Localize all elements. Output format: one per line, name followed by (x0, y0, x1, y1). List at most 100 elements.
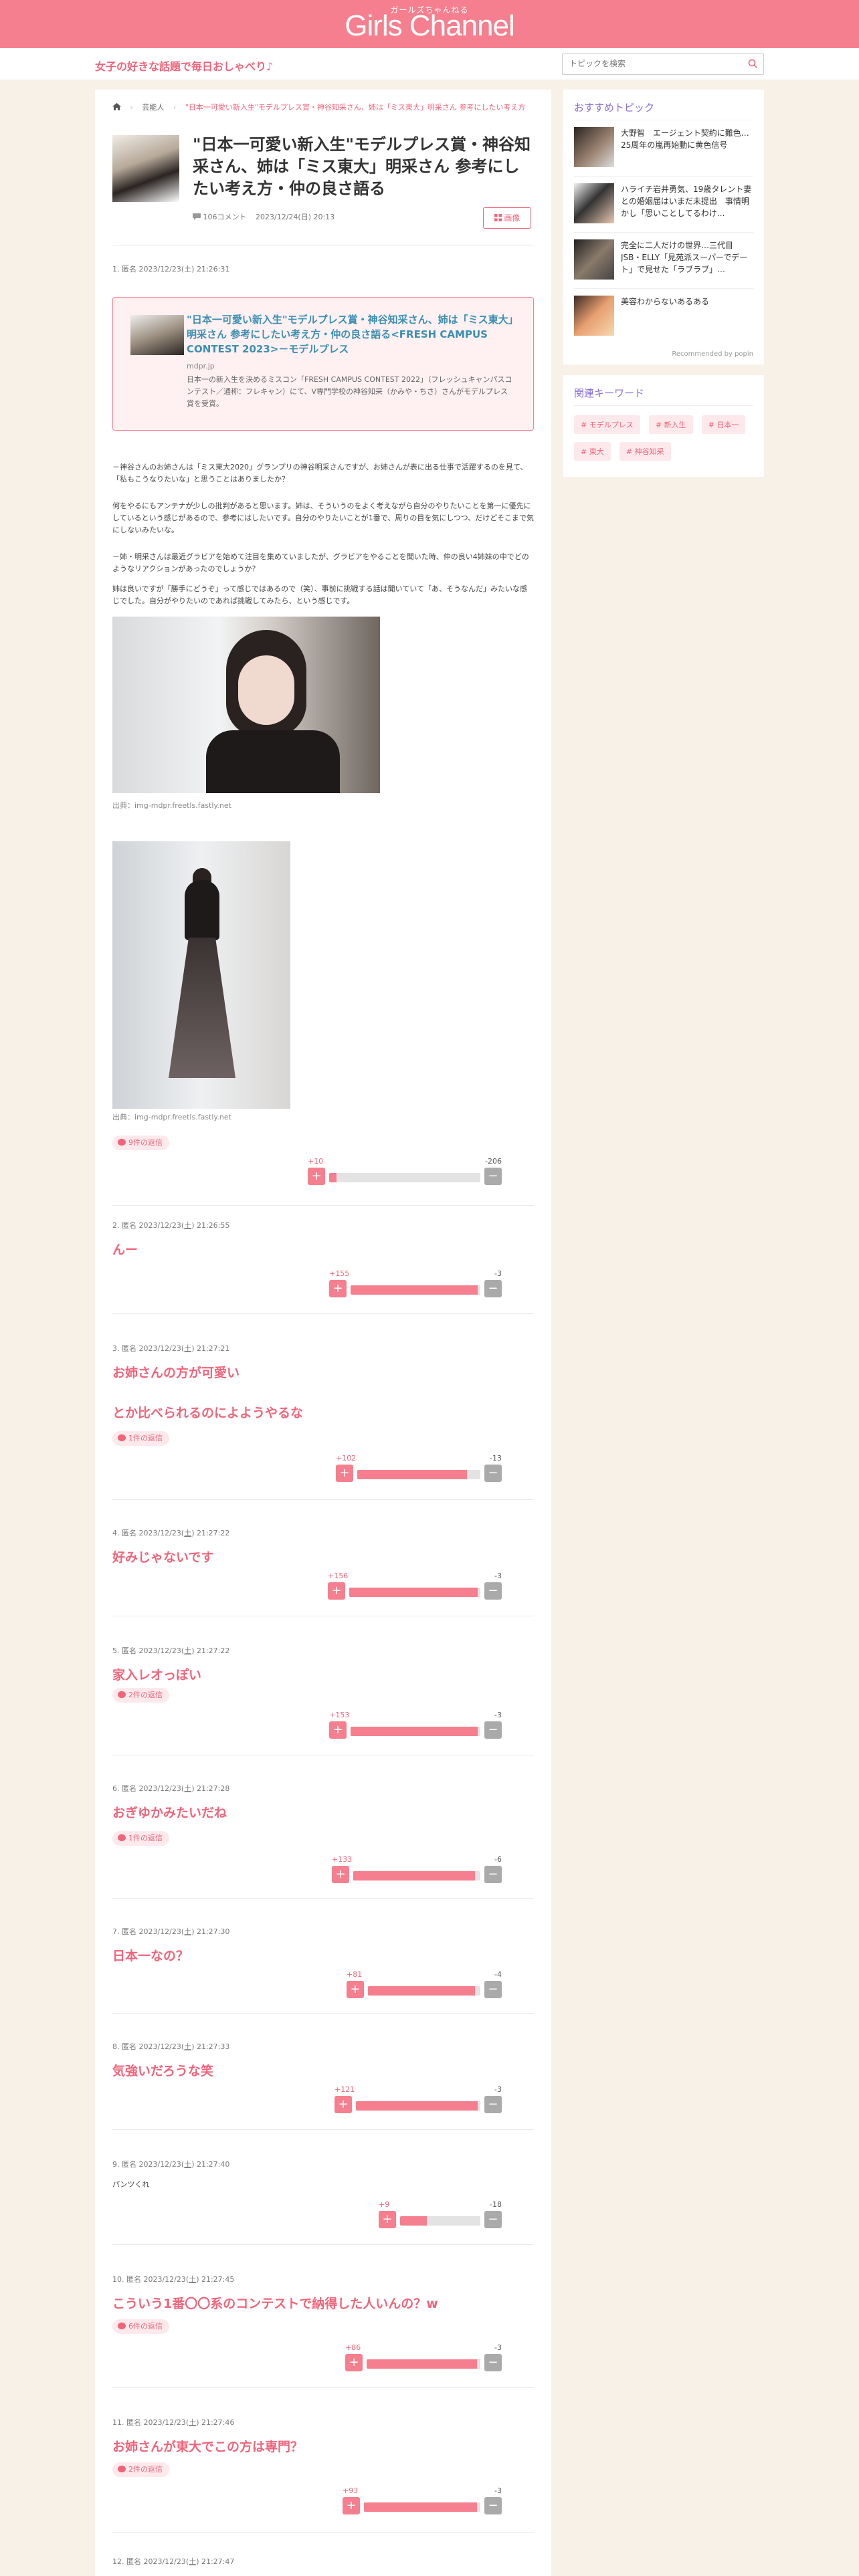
plus-button[interactable]: + (347, 1981, 364, 1998)
keywords-heading: 関連キーワード (574, 382, 753, 406)
reply-count: 1件の返信 (128, 1434, 163, 1442)
minus-button[interactable]: − (484, 1280, 502, 1297)
plus-button[interactable]: + (329, 1721, 347, 1739)
comment-paragraph: 姉は良いですが「勝手にどうぞ」って感じではあるので（笑）、事前に挑戦する話は聞い… (112, 584, 527, 605)
article-title[interactable]: "日本一可愛い新入生"モデルプレス賞・神谷知采さん、姉は「ミス東大」明采さん 参… (187, 312, 514, 356)
minus-button[interactable]: − (484, 1866, 502, 1883)
comment-meta: 7. 匿名 2023/12/23(土) 21:27:30 (112, 1927, 230, 1936)
plus-button[interactable]: + (343, 2497, 360, 2514)
quoted-article[interactable]: "日本一可愛い新入生"モデルプレス賞・神谷知采さん、姉は「ミス東大」明采さん 参… (112, 297, 534, 431)
reply-count: 2件の返信 (128, 1691, 163, 1699)
main-content: › 芸能人 › "日本一可愛い新入生"モデルプレス賞・神谷知采さん、姉は「ミス東… (95, 90, 551, 2576)
vote-widget: +155 -3 + − (329, 1269, 502, 1297)
plus-button[interactable]: + (329, 1280, 347, 1297)
comment-text: 好みじゃないです (112, 1550, 214, 1565)
minus-count: -4 (494, 1970, 502, 1979)
image-list-button[interactable]: 画像 (483, 207, 531, 229)
vote-bar (351, 1727, 480, 1736)
keyword-tag[interactable]: # 新入生 (648, 415, 693, 434)
recommended-thumbnail (574, 183, 614, 223)
body-shape (206, 730, 340, 793)
vote-widget: +153 -3 + − (329, 1711, 502, 1739)
minus-count: -3 (494, 2343, 502, 2352)
reply-count: 9件の返信 (128, 1138, 163, 1147)
plus-count: +153 (329, 1711, 350, 1719)
topic-thumbnail[interactable] (112, 135, 179, 202)
minus-button[interactable]: − (484, 2497, 502, 2514)
sub-bar: 女子の好きな話題で毎日おしゃべり♪ (0, 48, 859, 80)
plus-count: +10 (308, 1157, 324, 1166)
plus-button[interactable]: + (345, 2354, 363, 2371)
plus-button[interactable]: + (332, 1866, 349, 1883)
article-source: mdpr.jp (187, 362, 215, 370)
minus-button[interactable]: − (484, 1981, 502, 1998)
recommended-item[interactable]: 美容わからないあるある (574, 289, 753, 345)
minus-button[interactable]: − (484, 2096, 502, 2113)
reply-badge[interactable]: 6件の返信 (112, 2319, 169, 2334)
plus-button[interactable]: + (328, 1582, 345, 1600)
vote-widget: +121 -3 + − (335, 2085, 502, 2113)
divider (112, 2013, 534, 2014)
recommended-item[interactable]: 完全に二人だけの世界…三代目JSB・ELLY「見苑派スーパーでデート」で見せた「… (574, 233, 753, 289)
image-source: 出典：img-mdpr.freetls.fastly.net (112, 801, 231, 810)
minus-button[interactable]: − (484, 2211, 502, 2228)
recommended-title: 大野智 エージェント契約に難色…25周年の嵐再始動に黄色信号 (621, 128, 749, 150)
minus-button[interactable]: − (484, 1582, 502, 1600)
minus-count: -3 (494, 2085, 502, 2094)
minus-button[interactable]: − (484, 1721, 502, 1739)
search-input[interactable] (569, 59, 737, 68)
vote-bar (364, 2502, 480, 2512)
recommended-title: 完全に二人だけの世界…三代目JSB・ELLY「見苑派スーパーでデート」で見せた「… (621, 241, 748, 274)
reply-count: 1件の返信 (128, 1834, 163, 1842)
vote-bar (351, 1285, 480, 1295)
breadcrumb-current[interactable]: "日本一可愛い新入生"モデルプレス賞・神谷知采さん、姉は「ミス東大」明采さん 参… (185, 103, 527, 112)
comment-photo[interactable] (112, 841, 290, 1109)
keyword-tag[interactable]: # 日本一 (701, 415, 746, 434)
reply-badge[interactable]: 2件の返信 (112, 1688, 169, 1703)
vote-bar-fill (368, 1986, 475, 1996)
minus-button[interactable]: − (484, 2354, 502, 2371)
site-logo[interactable]: Girls Channel (0, 9, 859, 43)
comment-count[interactable]: 106コメント (203, 213, 247, 221)
reply-badge[interactable]: 1件の返信 (112, 1831, 169, 1846)
reply-icon (118, 1691, 126, 1698)
search-box[interactable] (562, 53, 764, 75)
divider (112, 2532, 534, 2533)
keyword-tag[interactable]: # 神谷知采 (619, 442, 671, 461)
recommended-item[interactable]: 大野智 エージェント契約に難色…25周年の嵐再始動に黄色信号 (574, 120, 753, 177)
vote-bar-fill (351, 1727, 478, 1736)
vote-bar-fill (364, 2502, 477, 2512)
search-icon[interactable] (747, 58, 758, 69)
skirt-shape (169, 938, 235, 1078)
minus-button[interactable]: − (484, 1168, 502, 1185)
reply-badge[interactable]: 9件の返信 (112, 1136, 169, 1150)
comment-meta: 10. 匿名 2023/12/23(土) 21:27:45 (112, 2275, 235, 2284)
divider (112, 1313, 534, 1314)
comment-text: パンツくれ (112, 2180, 150, 2189)
plus-button[interactable]: + (336, 1465, 353, 1482)
minus-count: -3 (494, 1711, 502, 1719)
home-icon[interactable] (112, 103, 121, 110)
minus-button[interactable]: − (484, 1465, 502, 1482)
popin-credit[interactable]: Recommended by popin (574, 345, 753, 358)
recommended-item[interactable]: ハライチ岩井勇気、19歳タレント妻との婚姻届はいまだ未提出 事情明かし「思いこと… (574, 177, 753, 233)
vote-widget: +9 -18 + − (379, 2200, 502, 2228)
divider (112, 2387, 534, 2388)
plus-count: +155 (329, 1269, 350, 1278)
comment-text: 日本一なの？ (112, 1949, 189, 1963)
plus-button[interactable]: + (335, 2096, 352, 2113)
reply-badge[interactable]: 1件の返信 (112, 1431, 169, 1446)
topic-title: "日本一可愛い新入生"モデルプレス賞・神谷知采さん、姉は「ミス東大」明采さん 参… (193, 135, 531, 198)
keyword-tag[interactable]: # モデルプレス (574, 415, 640, 434)
breadcrumb-category[interactable]: 芸能人 (142, 103, 164, 112)
comment-paragraph: －姉・明采さんは最近グラビアを始めて注目を集めていましたが、グラビアをやることを… (112, 552, 529, 573)
plus-button[interactable]: + (379, 2211, 396, 2228)
plus-count: +9 (379, 2200, 390, 2209)
sidebar: おすすめトピック 大野智 エージェント契約に難色…25周年の嵐再始動に黄色信号 … (563, 90, 764, 488)
plus-button[interactable]: + (308, 1168, 325, 1185)
reply-badge[interactable]: 2件の返信 (112, 2462, 169, 2477)
face-shape (238, 655, 294, 725)
comment-photo[interactable] (112, 617, 380, 793)
keyword-tag[interactable]: # 東大 (574, 442, 611, 461)
vote-bar (349, 1588, 480, 1597)
